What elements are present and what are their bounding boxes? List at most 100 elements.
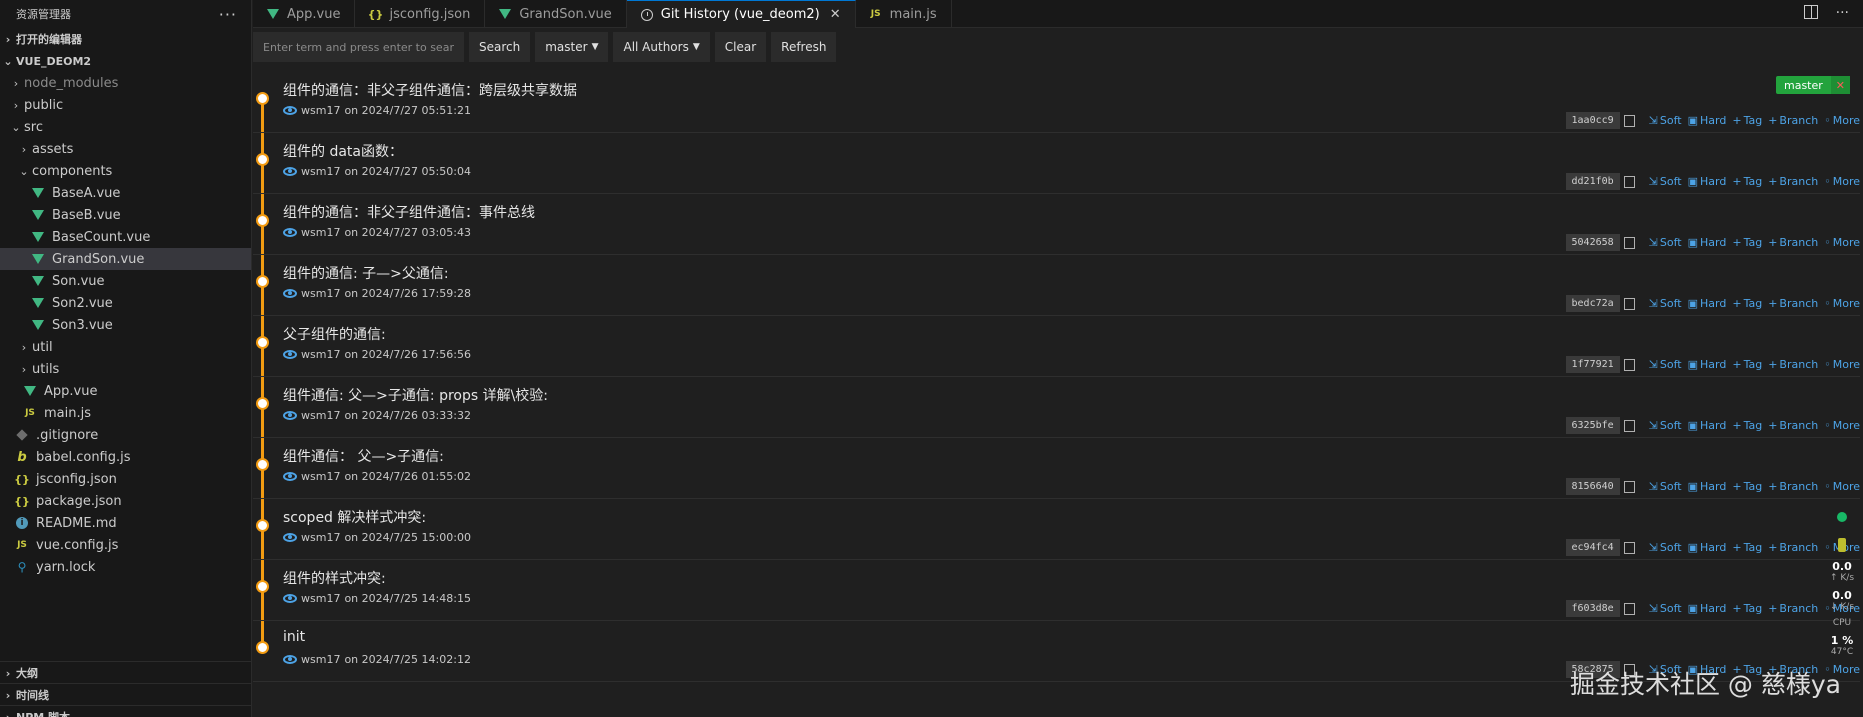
branch-badge[interactable]: master ✕ [1775,76,1850,94]
commit-message[interactable]: 组件的通信: 子—>父通信: [283,263,449,283]
commit-message[interactable]: 组件的通信：非父子组件通信：跨层级共享数据 [283,80,577,100]
commit-author[interactable]: wsm17 [301,409,340,422]
eye-icon[interactable] [283,350,297,359]
commit-hash[interactable]: 1aa0cc9 [1565,112,1620,129]
commit-message[interactable]: 组件通信： 父—>子通信: [283,446,444,466]
hard-reset-button[interactable]: ▣ Hard [1688,419,1727,432]
eye-icon[interactable] [283,594,297,603]
tree-item[interactable]: b babel.config.js [0,446,251,468]
add-branch-button[interactable]: + Branch [1768,602,1818,615]
commit-author[interactable]: wsm17 [301,653,340,666]
tree-item[interactable]: i README.md [0,512,251,534]
tree-item[interactable]: JS vue.config.js [0,534,251,556]
commit-author[interactable]: wsm17 [301,287,340,300]
tree-item[interactable]: › util [0,336,251,358]
add-tag-button[interactable]: + Tag [1732,114,1762,127]
search-button[interactable]: Search [469,32,531,62]
commit-message[interactable]: 组件的样式冲突: [283,568,386,588]
commit-row[interactable]: 组件的通信：非父子组件通信：事件总线 wsm17 on 2024/7/27 03:0… [253,194,1860,255]
hard-reset-button[interactable]: ▣ Hard [1688,114,1727,127]
more-button[interactable]: ◦ More [1824,114,1860,127]
add-tag-button[interactable]: + Tag [1732,175,1762,188]
hard-reset-button[interactable]: ▣ Hard [1688,358,1727,371]
commit-row[interactable]: 组件的 data函数： wsm17 on 2024/7/27 05:50:04 dd2… [253,133,1860,194]
tree-item[interactable]: BaseA.vue [0,182,251,204]
authors-dropdown[interactable]: All Authors ▼ [613,32,710,62]
eye-icon[interactable] [283,289,297,298]
hard-reset-button[interactable]: ▣ Hard [1688,297,1727,310]
more-actions-icon[interactable]: ··· [219,5,237,24]
add-branch-button[interactable]: + Branch [1768,297,1818,310]
commit-hash[interactable]: 6325bfe [1565,417,1620,434]
editor-tab[interactable]: App.vue [253,0,356,28]
copy-icon[interactable] [1623,358,1635,371]
refresh-button[interactable]: Refresh [771,32,837,62]
tree-item[interactable]: App.vue [0,380,251,402]
soft-reset-button[interactable]: ⇲ Soft [1649,541,1682,554]
editor-tab[interactable]: {} jsconfig.json [355,0,486,28]
tree-item[interactable]: › node_modules [0,72,251,94]
commit-hash[interactable]: dd21f0b [1565,173,1620,190]
commit-author[interactable]: wsm17 [301,104,340,117]
tree-item[interactable]: Son3.vue [0,314,251,336]
editor-tab[interactable]: GrandSon.vue [485,0,627,28]
tree-item[interactable]: ⌄ components [0,160,251,182]
commit-hash[interactable]: 8156640 [1565,478,1620,495]
add-branch-button[interactable]: + Branch [1768,114,1818,127]
tree-item[interactable]: ⚲ yarn.lock [0,556,251,578]
commit-message[interactable]: 组件的 data函数： [283,141,403,161]
commit-author[interactable]: wsm17 [301,226,340,239]
commit-message[interactable]: scoped 解决样式冲突: [283,507,426,527]
search-input[interactable] [253,32,464,62]
copy-icon[interactable] [1623,175,1635,188]
tree-item[interactable]: BaseB.vue [0,204,251,226]
commit-message[interactable]: init [283,629,305,645]
commit-hash[interactable]: ec94fc4 [1565,539,1620,556]
hard-reset-button[interactable]: ▣ Hard [1688,480,1727,493]
branch-dropdown[interactable]: master ▼ [535,32,609,62]
commit-author[interactable]: wsm17 [301,470,340,483]
eye-icon[interactable] [283,167,297,176]
commit-author[interactable]: wsm17 [301,531,340,544]
commit-hash[interactable]: f603d8e [1565,600,1620,617]
tree-item[interactable]: {} jsconfig.json [0,468,251,490]
tree-item[interactable]: .gitignore [0,424,251,446]
hard-reset-button[interactable]: ▣ Hard [1688,236,1727,249]
more-button[interactable]: ◦ More [1824,297,1860,310]
tree-item[interactable]: GrandSon.vue [0,248,251,270]
more-button[interactable]: ◦ More [1824,419,1860,432]
commit-hash[interactable]: bedc72a [1565,295,1620,312]
soft-reset-button[interactable]: ⇲ Soft [1649,602,1682,615]
soft-reset-button[interactable]: ⇲ Soft [1649,114,1682,127]
commit-message[interactable]: 组件通信: 父—>子通信: props 详解\校验: [283,385,548,405]
commit-author[interactable]: wsm17 [301,348,340,361]
copy-icon[interactable] [1623,236,1635,249]
outline-section[interactable]: › 大纲 [0,661,252,684]
timeline-section[interactable]: › 时间线 [0,683,252,706]
editor-tab[interactable]: JS main.js [856,0,952,28]
commit-row[interactable]: 父子组件的通信: wsm17 on 2024/7/26 17:56:56 1f7792… [253,316,1860,377]
soft-reset-button[interactable]: ⇲ Soft [1649,175,1682,188]
tree-item[interactable]: BaseCount.vue [0,226,251,248]
close-icon[interactable]: ✕ [1830,76,1850,94]
add-branch-button[interactable]: + Branch [1768,480,1818,493]
add-branch-button[interactable]: + Branch [1768,358,1818,371]
tree-item[interactable]: Son2.vue [0,292,251,314]
open-editors-section[interactable]: › 打开的编辑器 [0,28,251,50]
add-tag-button[interactable]: + Tag [1732,480,1762,493]
copy-icon[interactable] [1623,297,1635,310]
tree-item[interactable]: › utils [0,358,251,380]
commit-row[interactable]: 组件的通信：非父子组件通信：跨层级共享数据 wsm17 on 2024/7/27 0… [253,72,1860,133]
eye-icon[interactable] [283,533,297,542]
eye-icon[interactable] [283,411,297,420]
tree-item[interactable]: JS main.js [0,402,251,424]
commit-hash[interactable]: 5042658 [1565,234,1620,251]
commit-row[interactable]: 组件通信: 父—>子通信: props 详解\校验: wsm17 on 2024/7… [253,377,1860,438]
add-tag-button[interactable]: + Tag [1732,358,1762,371]
more-button[interactable]: ◦ More [1824,358,1860,371]
more-button[interactable]: ◦ More [1824,480,1860,493]
more-actions-icon[interactable]: ··· [1836,5,1849,21]
copy-icon[interactable] [1623,114,1635,127]
soft-reset-button[interactable]: ⇲ Soft [1649,236,1682,249]
add-branch-button[interactable]: + Branch [1768,236,1818,249]
